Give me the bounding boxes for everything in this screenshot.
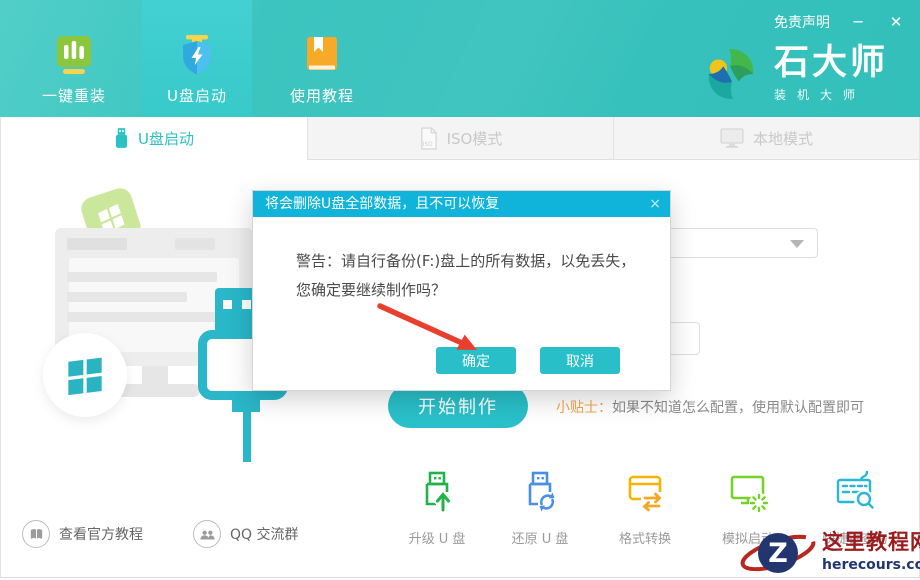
- svg-text:ISO: ISO: [422, 142, 432, 148]
- tool-label: 格式转换: [597, 528, 693, 547]
- watermark-letter: Z: [768, 538, 788, 569]
- monitor-stand: [142, 366, 168, 386]
- cancel-button[interactable]: 取消: [540, 347, 620, 374]
- tip-label: 小贴士：: [556, 400, 612, 416]
- link-label: QQ 交流群: [230, 524, 299, 544]
- people-group-icon: [193, 520, 221, 548]
- tool-restore-usb[interactable]: 还原 U 盘: [492, 468, 588, 547]
- nav-label: U盘启动: [167, 85, 227, 106]
- usb-restore-icon: [516, 468, 564, 516]
- hotkey-search-icon: [831, 468, 879, 516]
- monitor-detail: [67, 238, 127, 250]
- qq-group-link[interactable]: QQ 交流群: [193, 520, 299, 548]
- close-button[interactable]: ✕: [886, 13, 906, 31]
- windows-badge: [43, 333, 127, 417]
- dialog-title-text: 将会删除U盘全部数据，且不可以恢复: [265, 196, 499, 212]
- tab-label: ISO模式: [447, 128, 503, 149]
- iso-file-icon: ISO: [419, 127, 438, 150]
- shield-flash-icon: [175, 33, 219, 77]
- monitor-detail: [175, 238, 215, 250]
- simulate-boot-icon: [724, 468, 772, 516]
- dialog-close-icon[interactable]: ×: [649, 191, 661, 217]
- tab-label: U盘启动: [138, 128, 194, 149]
- tab-usb-boot[interactable]: U盘启动: [0, 117, 307, 160]
- monitor-detail: [67, 272, 217, 282]
- disclaimer-link[interactable]: 免责声明: [774, 12, 830, 32]
- tip-text: 如果不知道怎么配置，使用默认配置即可: [612, 400, 864, 416]
- link-label: 查看官方教程: [59, 524, 143, 544]
- app-header: 一键重装 U盘启动 使用教程 免责声明 ─ ✕: [0, 0, 920, 117]
- usb-icon: [114, 128, 129, 149]
- nav-item-one-key-reinstall[interactable]: 一键重装: [19, 0, 129, 117]
- monitor-detail: [67, 292, 187, 302]
- tab-label: 本地模式: [753, 128, 813, 149]
- tab-iso-mode[interactable]: ISO ISO模式: [307, 117, 613, 160]
- brand-swirl-icon: [702, 45, 760, 103]
- usb-upgrade-icon: [413, 468, 461, 516]
- official-tutorial-link[interactable]: 查看官方教程: [22, 520, 143, 548]
- watermark-texts: 这里教程网 herecours.com: [822, 530, 920, 575]
- brand-name: 石大师: [774, 44, 888, 82]
- tool-label: 升级 U 盘: [389, 528, 485, 547]
- watermark-site-url: herecours.com: [822, 555, 920, 575]
- usb-cable: [243, 410, 251, 462]
- nav-label: 使用教程: [290, 85, 354, 106]
- open-book-icon: [22, 520, 50, 548]
- nav-item-tutorial[interactable]: 使用教程: [267, 0, 377, 117]
- tool-upgrade-usb[interactable]: 升级 U 盘: [389, 468, 485, 547]
- format-convert-icon: [621, 468, 669, 516]
- windows-logo-icon: [65, 355, 105, 395]
- nav-label: 一键重装: [42, 85, 106, 106]
- tab-local-mode[interactable]: 本地模式: [613, 117, 920, 160]
- tool-format-convert[interactable]: 格式转换: [597, 468, 693, 547]
- book-icon: [300, 33, 344, 77]
- warning-dialog: 将会删除U盘全部数据，且不可以恢复 × 警告：请自行备份(F:)盘上的所有数据，…: [252, 190, 671, 391]
- site-watermark: Z 这里教程网 herecours.com: [738, 526, 920, 580]
- dialog-message: 警告：请自行备份(F:)盘上的所有数据，以免丢失，您确定要继续制作吗？: [296, 247, 644, 305]
- dialog-titlebar: 将会删除U盘全部数据，且不可以恢复 ×: [253, 191, 670, 217]
- nav-item-usb-boot[interactable]: U盘启动: [142, 0, 252, 117]
- watermark-site-name: 这里教程网: [822, 530, 920, 555]
- watermark-badge-icon: Z: [738, 526, 818, 580]
- app-window: 一键重装 U盘启动 使用教程 免责声明 ─ ✕: [0, 0, 920, 580]
- minimize-button[interactable]: ─: [848, 13, 868, 31]
- tip-row: 小贴士：如果不知道怎么配置，使用默认配置即可: [556, 397, 864, 417]
- titlebar-controls: 免责声明 ─ ✕: [774, 12, 906, 32]
- chevron-down-icon: [790, 240, 804, 248]
- monitor-detail: [67, 312, 217, 322]
- bar-chart-icon: [52, 33, 96, 77]
- brand-tagline: 装机大师: [774, 86, 888, 103]
- monitor-icon: [720, 128, 744, 149]
- ok-button[interactable]: 确定: [436, 347, 516, 374]
- mode-tabs: U盘启动 ISO ISO模式 本地模式: [0, 117, 920, 160]
- tool-label: 还原 U 盘: [492, 528, 588, 547]
- usb-detail: [223, 300, 232, 309]
- usb-detail: [242, 300, 251, 309]
- brand-logo: 石大师 装机大师: [702, 44, 888, 103]
